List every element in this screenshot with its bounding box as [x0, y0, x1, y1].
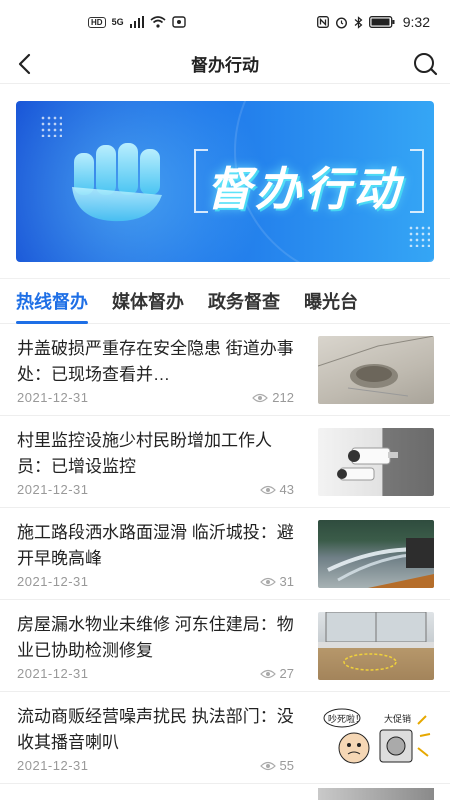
article-thumbnail	[318, 612, 434, 680]
article-title: 房屋漏水物业未维修 河东住建局：物业已协助检测修复	[17, 615, 294, 660]
status-right: 9:32	[316, 14, 430, 30]
banner[interactable]: 督办行动	[16, 101, 434, 262]
notification-icon	[171, 16, 186, 28]
list-item[interactable]: 房屋漏水物业未维修 河东住建局：物业已协助检测修复 2021-12-31 27	[0, 600, 450, 692]
view-count-value: 43	[279, 482, 294, 497]
article-thumbnail: 吵死啦！ 大促销	[318, 704, 434, 772]
water-spray-image	[327, 538, 434, 588]
nfc-icon	[316, 16, 329, 28]
eye-icon	[259, 577, 276, 586]
eye-icon	[252, 393, 269, 402]
article-date: 2021-12-31	[17, 666, 89, 681]
list-item[interactable]: 流动商贩经营噪声扰民 执法部门：没收其播音喇叭 2021-12-31 55 吵死…	[0, 692, 450, 784]
view-count: 31	[259, 574, 294, 589]
status-left: HD 5G	[88, 16, 186, 28]
tab-government[interactable]: 政务督查	[208, 278, 280, 324]
tab-media[interactable]: 媒体督办	[112, 278, 184, 324]
banner-title: 督办行动	[206, 163, 402, 215]
view-count: 27	[259, 666, 294, 681]
article-title: 井盖破损严重存在安全隐患 街道办事处：已现场查看并…	[17, 339, 294, 384]
view-count-value: 212	[272, 390, 294, 405]
security-camera-image	[337, 447, 398, 481]
clock: 9:32	[402, 14, 430, 30]
view-count-value: 31	[279, 574, 294, 589]
banner-dots-decor	[408, 225, 430, 247]
view-count: 43	[259, 482, 294, 497]
view-count: 55	[259, 758, 294, 773]
sign-text: 大促销	[384, 713, 411, 725]
fist-icon	[72, 143, 162, 222]
article-date: 2021-12-31	[17, 482, 89, 497]
manhole-image	[318, 336, 434, 397]
article-title: 流动商贩经营噪声扰民 执法部门：没收其播音喇叭	[17, 707, 294, 752]
back-arrow-icon	[18, 53, 31, 75]
article-thumbnail	[318, 428, 434, 496]
article-date: 2021-12-31	[17, 390, 89, 405]
article-thumbnail	[318, 520, 434, 588]
leaking-window-image	[318, 612, 434, 671]
app-header: 督办行动	[0, 44, 450, 84]
search-icon	[414, 53, 438, 76]
list-item[interactable]: 井盖破损严重存在安全隐患 街道办事处：已现场查看并… 2021-12-31 21…	[0, 324, 450, 416]
battery-icon	[368, 16, 395, 28]
wifi-icon	[150, 16, 166, 28]
signal-icon	[129, 16, 144, 28]
article-date: 2021-12-31	[17, 758, 89, 773]
alarm-icon	[335, 16, 347, 29]
eye-icon	[259, 485, 276, 494]
view-count: 212	[252, 390, 294, 405]
tab-hotline[interactable]: 热线督办	[16, 278, 88, 324]
next-item-thumbnail-partial	[318, 788, 434, 800]
article-title: 村里监控设施少村民盼增加工作人员：已增设监控	[17, 431, 272, 476]
list-item[interactable]: 施工路段洒水路面湿滑 临沂城投：避开早晚高峰 2021-12-31 31	[0, 508, 450, 600]
article-thumbnail	[318, 336, 434, 404]
page-title: 督办行动	[191, 56, 259, 75]
back-button[interactable]	[10, 50, 38, 78]
hd-badge: HD	[88, 16, 106, 28]
category-tabs: 热线督办 媒体督办 政务督查 曝光台	[0, 278, 450, 324]
list-item[interactable]: 村里监控设施少村民盼增加工作人员：已增设监控 2021-12-31 43	[0, 416, 450, 508]
eye-icon	[259, 761, 276, 770]
status-bar: HD 5G 9:32	[0, 0, 450, 44]
bubble-text: 吵死啦！	[328, 713, 364, 725]
view-count-value: 55	[279, 758, 294, 773]
tab-exposure[interactable]: 曝光台	[304, 278, 358, 324]
noise-cartoon-image: 吵死啦！ 大促销	[323, 708, 431, 764]
article-title: 施工路段洒水路面湿滑 临沂城投：避开早晚高峰	[17, 523, 294, 568]
article-date: 2021-12-31	[17, 574, 89, 589]
search-button[interactable]	[410, 50, 440, 78]
eye-icon	[259, 669, 276, 678]
view-count-value: 27	[279, 666, 294, 681]
banner-dots-decor	[40, 115, 62, 137]
banner-bracket-right	[410, 149, 424, 213]
article-list: 井盖破损严重存在安全隐患 街道办事处：已现场查看并… 2021-12-31 21…	[0, 324, 450, 784]
network-label: 5G	[111, 17, 124, 27]
bluetooth-icon	[354, 15, 363, 29]
